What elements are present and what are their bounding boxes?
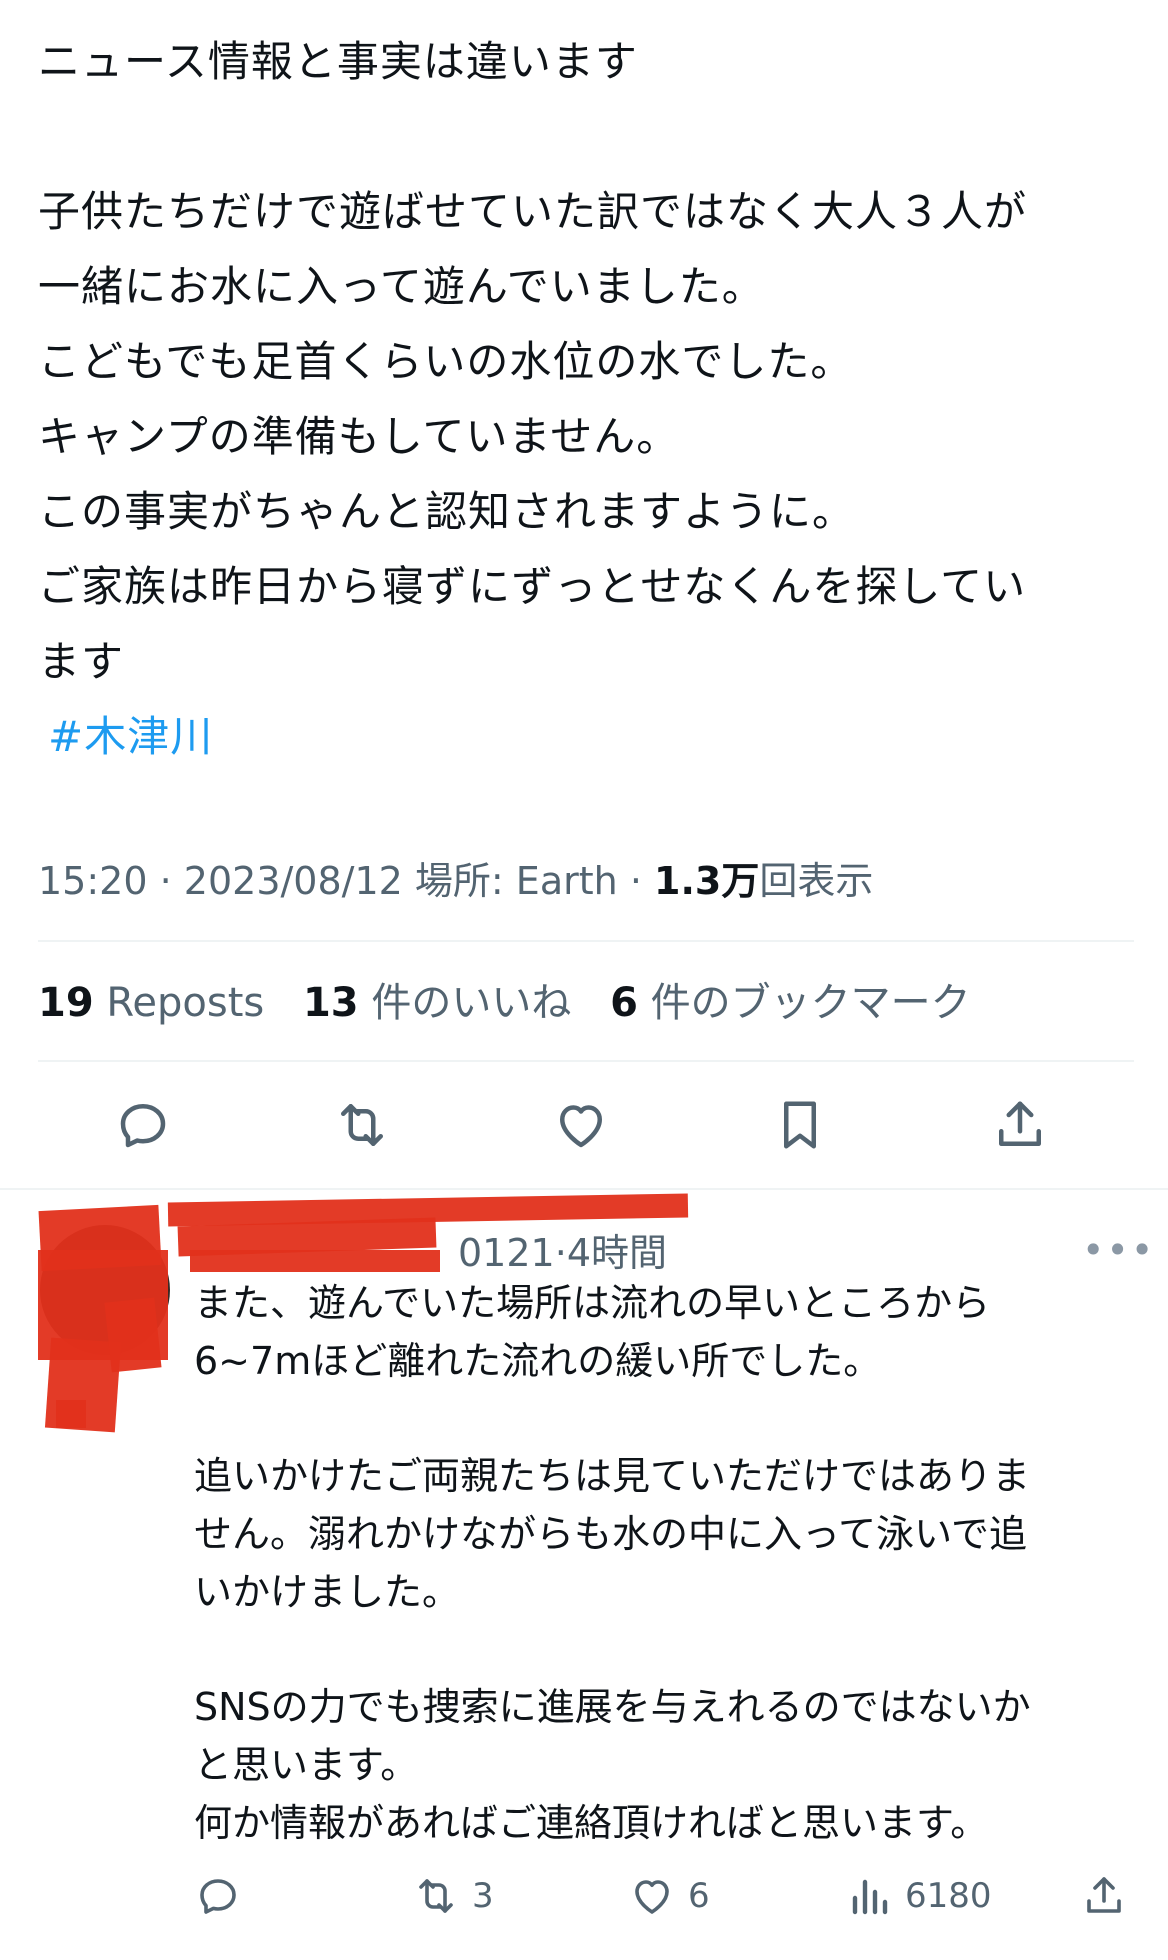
- reply-reply-button[interactable]: [194, 1872, 254, 1920]
- divider: [38, 940, 1134, 942]
- reply-icon: [200, 1879, 236, 1914]
- bookmarks-stat[interactable]: 6 件のブックマーク: [610, 980, 971, 1026]
- heart-icon: [560, 1105, 602, 1148]
- tweet-text-line: キャンプの準備もしていません。: [38, 412, 680, 461]
- reply-text-line: いかけました。: [194, 1570, 461, 1614]
- views-label[interactable]: 回表示: [759, 859, 873, 903]
- bookmarks-label: 件のブックマーク: [650, 980, 971, 1026]
- tweet-date[interactable]: 2023/08/12: [184, 859, 403, 903]
- like-button[interactable]: [546, 1090, 616, 1160]
- tweet-text-line: ニュース情報と事実は違います: [38, 37, 638, 86]
- reply-text-line: また、遊んでいた場所は流れの早いところから: [194, 1281, 991, 1325]
- reply-text-line: 6~7mほど離れた流れの緩い所でした。: [194, 1339, 882, 1383]
- share-icon: [999, 1101, 1041, 1146]
- likes-count: 13: [302, 980, 359, 1026]
- reply-text-blank: [194, 1390, 1144, 1447]
- reply-text-line: 何か情報があればご連絡頂ければと思います。: [194, 1801, 989, 1845]
- reply-button[interactable]: [108, 1090, 178, 1160]
- redaction-mark: [104, 1297, 162, 1373]
- reply-like-button[interactable]: 6: [628, 1872, 710, 1920]
- tweet-time[interactable]: 15:20: [38, 859, 148, 903]
- reply-header: 0121·4時間: [190, 1222, 667, 1277]
- reply-handle[interactable]: 0121: [458, 1231, 555, 1275]
- meta-separator: ·: [554, 1231, 567, 1275]
- redaction-mark: [56, 1400, 86, 1428]
- tweet-text-line: ご家族は昨日から寝ずにずっとせなくんを探してい: [38, 562, 1027, 611]
- bookmark-icon: [784, 1101, 816, 1149]
- tweet-text-line: この事実がちゃんと認知されますように。: [38, 487, 856, 536]
- repost-icon: [419, 1879, 453, 1913]
- tweet-text: ニュース情報と事実は違います 子供たちだけで遊ばせていた訳ではなく大人３人が 一…: [38, 24, 1138, 774]
- views-count[interactable]: 1.3万: [654, 859, 759, 903]
- reposts-stat[interactable]: 19 Reposts: [38, 980, 264, 1026]
- reply-text-blank: [194, 1621, 1144, 1678]
- tweet-text-blank: [38, 99, 1138, 174]
- tweet-text-line: こどもでも足首くらいの水位の水でした。: [38, 337, 854, 386]
- reply-icon: [120, 1104, 166, 1148]
- tweet-action-bar: [0, 1090, 1168, 1170]
- reply-repost-count: 3: [472, 1876, 494, 1916]
- reposts-count: 19: [38, 980, 94, 1026]
- likes-label: 件のいいね: [371, 980, 572, 1026]
- reply-views-button[interactable]: 6180: [845, 1872, 992, 1920]
- more-options-icon[interactable]: •••: [1082, 1228, 1155, 1272]
- tweet-location[interactable]: 場所: Earth: [415, 859, 618, 903]
- reply-time[interactable]: 4時間: [567, 1231, 667, 1275]
- tweet-text-line: ます: [38, 637, 125, 686]
- reply-views-count: 6180: [905, 1876, 992, 1916]
- reposts-label: Reposts: [106, 980, 265, 1026]
- reply-action-bar: 3 6 6180: [0, 1872, 1168, 1932]
- tweet-stats: 19 Reposts 13 件のいいね 6 件のブックマーク: [38, 970, 997, 1028]
- reply-text: また、遊んでいた場所は流れの早いところから 6~7mほど離れた流れの緩い所でした…: [194, 1274, 1144, 1852]
- bookmark-button[interactable]: [765, 1090, 835, 1160]
- tweet-meta: 15:20 · 2023/08/12 場所: Earth · 1.3万回表示: [38, 850, 873, 905]
- share-icon: [1087, 1877, 1121, 1913]
- reply-like-count: 6: [688, 1876, 710, 1916]
- bookmarks-count: 6: [610, 980, 638, 1026]
- divider: [38, 1060, 1134, 1062]
- tweet-text-line: 一緒にお水に入って遊んでいました。: [38, 262, 765, 311]
- heart-icon: [635, 1880, 669, 1914]
- meta-separator: ·: [629, 859, 642, 903]
- meta-separator: ·: [159, 859, 172, 903]
- repost-button[interactable]: [327, 1090, 397, 1160]
- reply-text-line: と思います。: [194, 1743, 419, 1787]
- repost-icon: [341, 1104, 383, 1146]
- hashtag-link[interactable]: #木津川: [38, 699, 1138, 774]
- reply-repost-button[interactable]: 3: [412, 1872, 494, 1920]
- reply-text-line: せん。溺れかけながらも水の中に入って泳いで追: [194, 1512, 1027, 1556]
- likes-stat[interactable]: 13 件のいいね: [303, 980, 571, 1026]
- share-button[interactable]: [985, 1090, 1055, 1160]
- reply-text-line: 追いかけたご両親たちは見ていただけではありま: [194, 1454, 1031, 1498]
- tweet-text-line: 子供たちだけで遊ばせていた訳ではなく大人３人が: [38, 187, 1028, 236]
- views-chart-icon: [852, 1879, 888, 1915]
- divider: [0, 1188, 1168, 1190]
- reply-text-line: SNSの力でも捜索に進展を与えれるのではないか: [194, 1685, 1031, 1729]
- reply-share-button[interactable]: [1080, 1872, 1140, 1920]
